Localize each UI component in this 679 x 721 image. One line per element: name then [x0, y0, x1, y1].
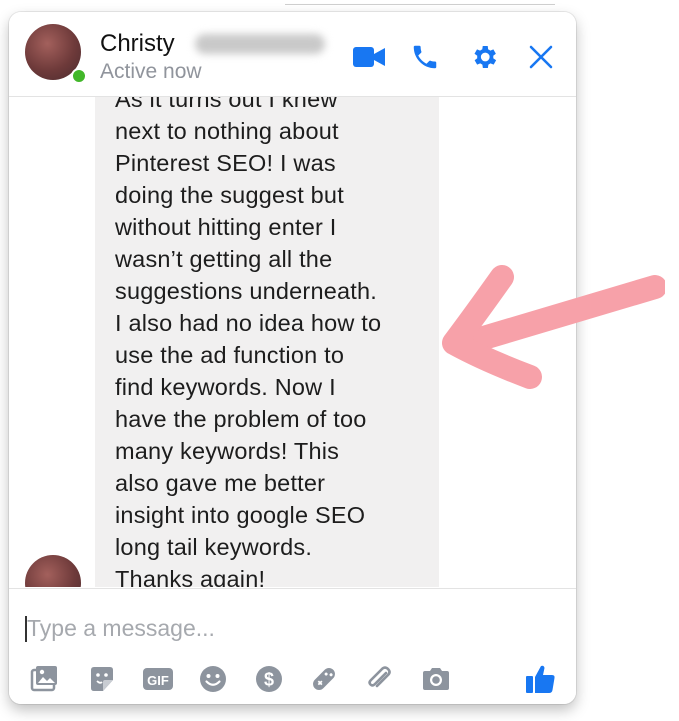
- game-icon[interactable]: [306, 661, 342, 697]
- composer-toolbar: GIF $: [9, 661, 576, 697]
- phone-icon[interactable]: [408, 40, 442, 74]
- gif-icon[interactable]: GIF: [140, 661, 176, 697]
- background-rule: [285, 4, 555, 5]
- online-indicator: [71, 68, 87, 84]
- message-input[interactable]: [27, 611, 527, 645]
- video-camera-icon[interactable]: [352, 40, 386, 74]
- contact-name[interactable]: Christy: [100, 30, 175, 58]
- active-status: Active now: [100, 60, 202, 83]
- attachment-icon[interactable]: [361, 661, 397, 697]
- like-icon[interactable]: [522, 661, 558, 697]
- sender-avatar: [25, 555, 81, 587]
- close-icon[interactable]: [524, 40, 558, 74]
- annotation-arrow-icon: [440, 265, 667, 390]
- payment-icon[interactable]: $: [251, 661, 287, 697]
- redacted-last-name: [195, 34, 325, 54]
- svg-text:GIF: GIF: [147, 673, 169, 688]
- composer: GIF $: [9, 589, 576, 704]
- message-bubble[interactable]: As it turns out I knew next to nothing a…: [95, 97, 439, 587]
- svg-text:$: $: [264, 670, 274, 690]
- emoji-icon[interactable]: [195, 661, 231, 697]
- photo-icon[interactable]: [26, 661, 62, 697]
- message-text: As it turns out I knew next to nothing a…: [115, 97, 382, 587]
- gear-icon[interactable]: [467, 40, 501, 74]
- chat-header: Christy Active now: [9, 12, 576, 97]
- sticker-icon[interactable]: [84, 661, 120, 697]
- camera-icon[interactable]: [418, 661, 454, 697]
